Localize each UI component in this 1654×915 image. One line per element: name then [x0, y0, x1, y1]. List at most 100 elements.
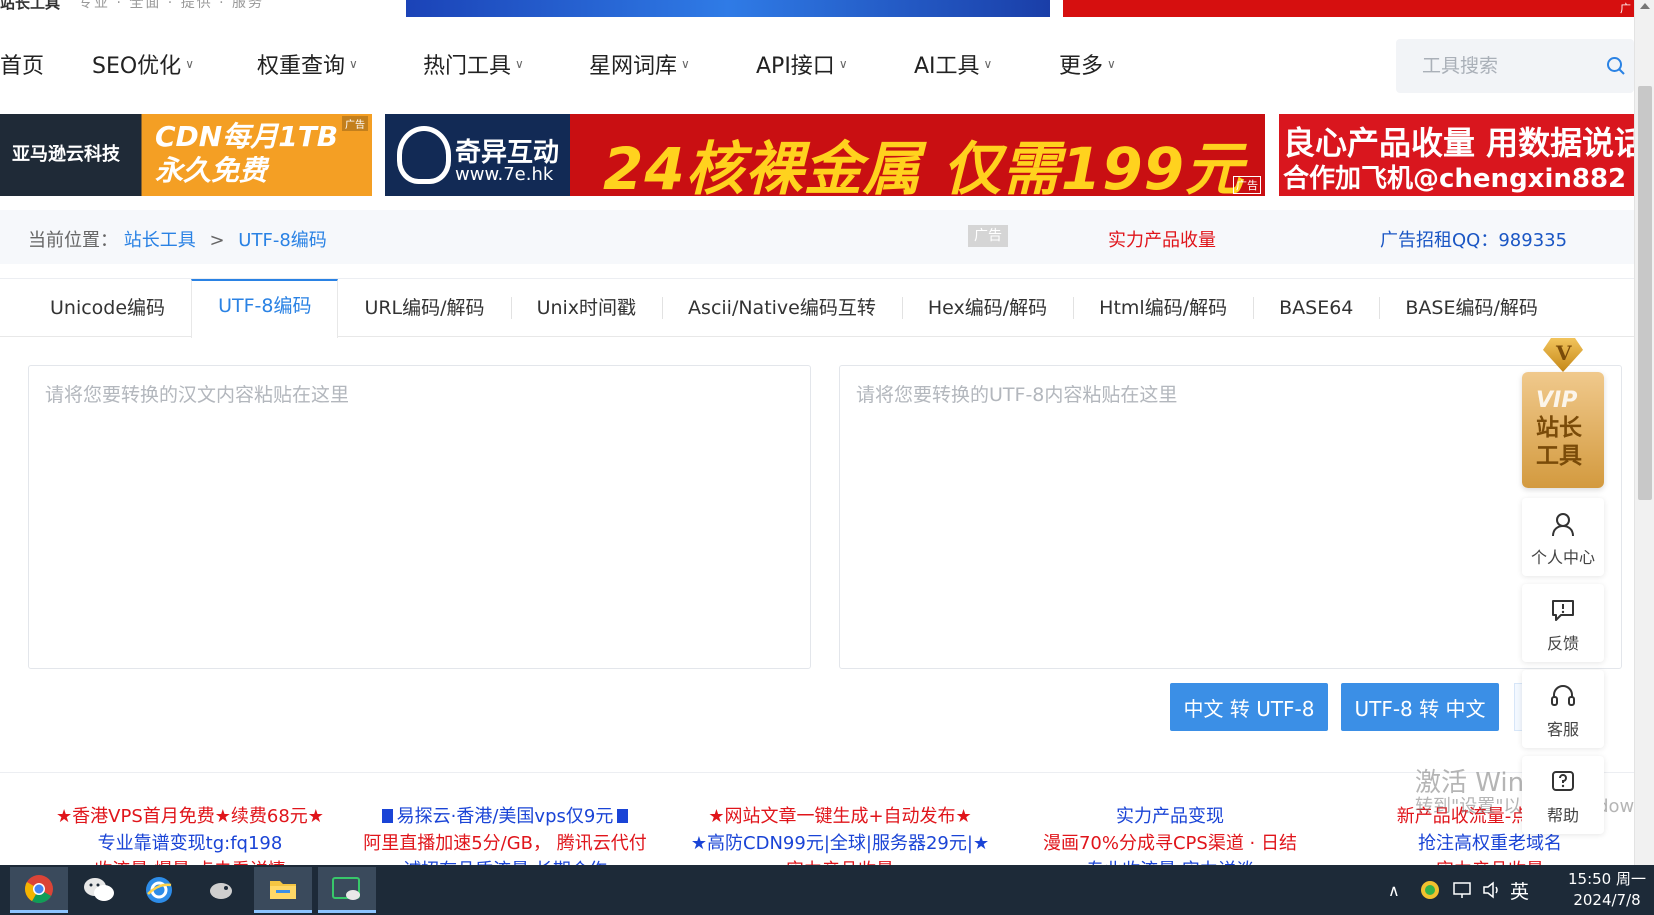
chat-window-icon: [332, 876, 360, 900]
brand-logo-icon: [397, 126, 451, 184]
taskbar-wechat-window[interactable]: [318, 867, 376, 913]
convert-to-utf8-button[interactable]: 中文 转 UTF-8: [1170, 683, 1328, 731]
browser-icon: [146, 877, 172, 903]
banner-ad-red[interactable]: 良心产品收量 用数据说话 合作加飞机@chengxin882: [1279, 114, 1634, 196]
text-ad-link[interactable]: 抢注高权重老域名: [1340, 830, 1634, 857]
network-icon[interactable]: [1452, 865, 1472, 915]
side-button-label: 个人中心: [1530, 548, 1595, 567]
side-button-label: 帮助: [1546, 806, 1579, 825]
text-ad-link[interactable]: 诚招有品质流量 长期合作: [350, 857, 660, 865]
text-ad-link[interactable]: 实力产品收量: [680, 857, 1000, 865]
tab-hex[interactable]: Hex编码/解码: [901, 279, 1073, 337]
help-icon: [1552, 771, 1574, 791]
help-button[interactable]: 帮助: [1522, 756, 1604, 834]
chevron-down-icon: ∨: [681, 57, 690, 71]
site-logo-text[interactable]: 站长工具: [0, 0, 60, 13]
text-ad-link[interactable]: 实力产品收量: [1108, 226, 1216, 252]
text-ad-link[interactable]: 专业靠谱变现tg:fq198: [30, 830, 350, 857]
tab-base[interactable]: BASE编码/解码: [1379, 279, 1564, 337]
folder-icon: [270, 880, 296, 899]
banner-ad-aws[interactable]: 亚马逊云科技 CDN每月1TB 永久免费 广告: [0, 114, 372, 196]
banner-slogan: 24核裸金属 仅需199元: [603, 135, 1244, 203]
tray-app-icon[interactable]: [1420, 865, 1440, 915]
top-banner-ad-blue[interactable]: [406, 0, 1050, 17]
nav-label: 更多: [1059, 54, 1104, 79]
tray-expand-icon[interactable]: ∧: [1388, 865, 1400, 915]
banner-line: CDN每月1TB: [155, 120, 339, 153]
nav-item-seo[interactable]: SEO优化 ∨: [92, 48, 194, 80]
vip-label: VIP: [1536, 388, 1578, 413]
chinese-input-textarea[interactable]: [28, 365, 811, 669]
taskbar-app-bird[interactable]: [192, 867, 250, 913]
square-bullet-icon: [381, 809, 393, 823]
nav-label: API接口: [756, 54, 835, 79]
user-center-button[interactable]: 个人中心: [1522, 498, 1604, 576]
chevron-down-icon: ∨: [185, 57, 194, 71]
ad-badge: 广告: [968, 225, 1008, 247]
taskbar-chrome[interactable]: [10, 867, 68, 913]
banner-ad-7e[interactable]: 奇异互动 www.7e.hk 24核裸金属 仅需199元 广告: [385, 114, 1265, 203]
text-ad-link[interactable]: ★高防CDN99元|全球|服务器29元|★: [680, 830, 1000, 857]
tab-html[interactable]: Html编码/解码: [1073, 279, 1253, 337]
vip-badge[interactable]: V VIP 站长 工具: [1522, 338, 1604, 488]
taskbar-browser-blue[interactable]: [130, 867, 188, 913]
nav-item-ai-tools[interactable]: AI工具 ∨: [914, 48, 992, 80]
feedback-button[interactable]: 反馈: [1522, 584, 1604, 662]
nav-item-weight[interactable]: 权重查询 ∨: [257, 48, 358, 80]
utf8-tool-card: Unicode编码 UTF-8编码 URL编码/解码 Unix时间戳 Ascii…: [0, 278, 1634, 758]
tab-base64[interactable]: BASE64: [1253, 279, 1379, 337]
headset-icon: [1551, 685, 1575, 706]
tab-utf8[interactable]: UTF-8编码: [191, 279, 339, 338]
chevron-down-icon: ∨: [1107, 57, 1116, 71]
utf8-input-textarea[interactable]: [839, 365, 1622, 669]
tab-url[interactable]: URL编码/解码: [338, 279, 510, 337]
banner-line: 永久免费: [155, 154, 268, 187]
nav-label: 首页: [0, 54, 45, 79]
nav-item-home[interactable]: 首页: [0, 48, 44, 80]
breadcrumb-bar: 当前位置： 站长工具 > UTF-8编码 广告 实力产品收量 广告招租QQ：98…: [0, 210, 1634, 264]
nav-item-api[interactable]: API接口 ∨: [756, 48, 848, 80]
customer-service-button[interactable]: 客服: [1522, 670, 1604, 748]
text-ad-link[interactable]: 漫画70%分成寻CPS渠道 · 日结: [1020, 830, 1320, 857]
breadcrumb-current-link[interactable]: UTF-8编码: [238, 230, 326, 251]
main-nav: 首页 SEO优化 ∨ 权重查询 ∨ 热门工具 ∨ 星网词库 ∨ API接口 ∨ AI工具 ∨…: [0, 20, 1634, 100]
tab-unix-time[interactable]: Unix时间戳: [510, 279, 662, 337]
ad-tag: 广告: [1233, 176, 1261, 194]
text-ad-link[interactable]: ★香港VPS首月免费★续费68元★: [30, 803, 350, 830]
ime-indicator[interactable]: 英: [1510, 865, 1529, 915]
tool-search-input[interactable]: [1422, 55, 1602, 77]
system-clock[interactable]: 15:50 周一 2024/7/8: [1560, 869, 1654, 911]
text-ad-link[interactable]: 实力产品变现: [1020, 803, 1320, 830]
text-ad-link[interactable]: 阿里直播加速5分/GB， 腾讯云代付: [350, 830, 660, 857]
text-ad-link[interactable]: 易探云·香港/美国vps仅9元: [350, 803, 660, 830]
nav-label: 权重查询: [257, 54, 346, 79]
nav-label: 星网词库: [589, 54, 678, 79]
text-ad-link[interactable]: ★网站文章一键生成+自动发布★: [680, 803, 1000, 830]
convert-to-chinese-button[interactable]: UTF-8 转 中文: [1341, 683, 1499, 731]
taskbar-wechat[interactable]: [70, 867, 128, 913]
ad-column-1: ★香港VPS首月免费★续费68元★ 专业靠谱变现tg:fq198 收流量 爆量 …: [30, 803, 350, 865]
text-ad-link[interactable]: 专业收流量 实力详谈: [1020, 857, 1320, 865]
text-ad-link[interactable]: 收流量 爆量 点击看详情: [30, 857, 350, 865]
text-ad-link[interactable]: 广告招租QQ：989335: [1380, 226, 1567, 252]
ad-tag: 广: [1620, 2, 1631, 15]
tab-ascii-native[interactable]: Ascii/Native编码互转: [662, 279, 902, 337]
top-banner-ad-red[interactable]: 广: [1063, 0, 1637, 17]
page-scrollbar[interactable]: [1634, 0, 1654, 865]
nav-item-hot-tools[interactable]: 热门工具 ∨: [423, 48, 524, 80]
text-ad-link[interactable]: 实力产品收量: [1340, 857, 1634, 865]
search-icon[interactable]: [1606, 56, 1626, 76]
tab-unicode[interactable]: Unicode编码: [0, 279, 191, 337]
chevron-down-icon: ∨: [983, 57, 993, 71]
side-button-label: 反馈: [1546, 634, 1579, 653]
nav-item-more[interactable]: 更多 ∨: [1059, 48, 1116, 80]
breadcrumb-root-link[interactable]: 站长工具: [124, 230, 196, 251]
nav-item-keywords[interactable]: 星网词库 ∨: [589, 48, 690, 80]
scroll-thumb[interactable]: [1638, 86, 1652, 500]
taskbar-file-explorer[interactable]: [254, 867, 312, 913]
banner-text: CDN每月1TB 永久免费: [155, 120, 338, 188]
banner-text: 亚马逊云科技: [12, 144, 120, 165]
scroll-up-arrow-icon[interactable]: [1640, 3, 1650, 9]
vip-title-line: 站长: [1536, 415, 1582, 441]
volume-icon[interactable]: [1482, 865, 1502, 915]
